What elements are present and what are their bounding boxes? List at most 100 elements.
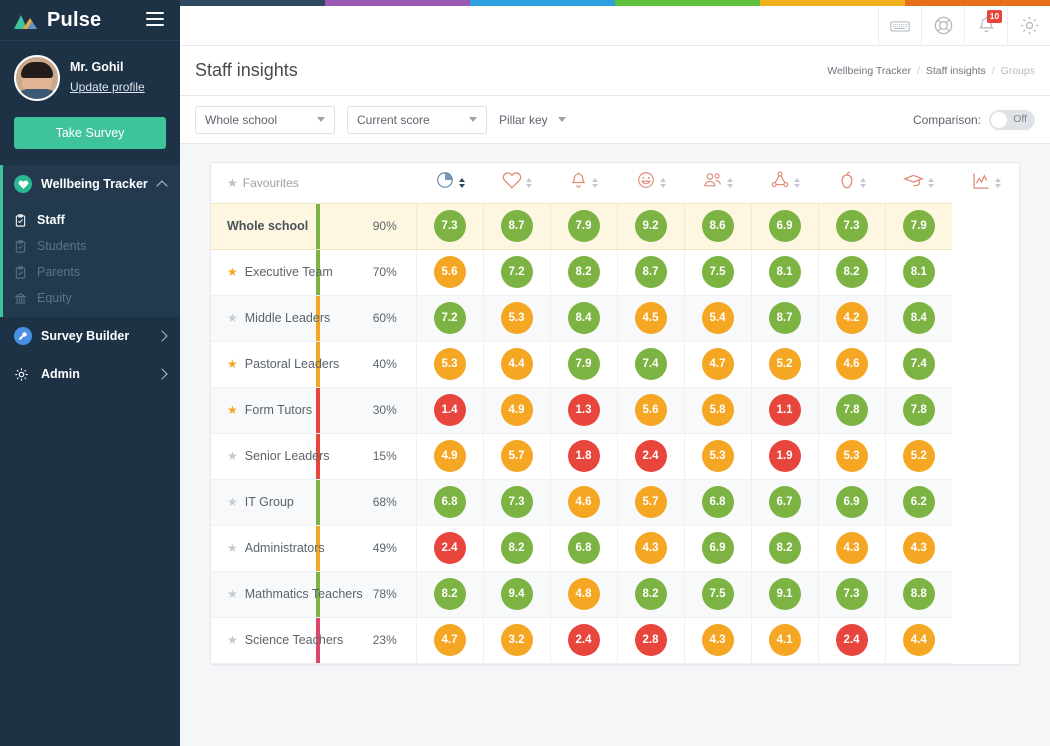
score-cell[interactable]: 5.6	[616, 387, 684, 434]
table-row[interactable]: ★ Administrators 49% 2.4 8.2 6.8 4.3 6.9 8.2 4.3 4…	[211, 525, 1019, 572]
score-select[interactable]: Current score	[347, 105, 487, 134]
score-cell[interactable]: 5.3	[482, 295, 550, 342]
column-header-pie-chart[interactable]	[416, 163, 483, 203]
sidebar-item-staff[interactable]: Staff	[0, 207, 180, 233]
take-survey-button[interactable]: Take Survey	[14, 117, 166, 149]
sort-arrows[interactable]	[793, 177, 800, 188]
score-cell[interactable]: 4.7	[415, 617, 483, 664]
score-cell[interactable]: 5.6	[415, 249, 483, 296]
score-cell[interactable]: 2.4	[616, 433, 684, 480]
score-cell[interactable]: 6.7	[750, 479, 818, 526]
sidebar-item-parents[interactable]: Parents	[0, 259, 180, 285]
table-row[interactable]: ★ Senior Leaders 15% 4.9 5.7 1.8 2.4 5.3 1.9 5.3 5…	[211, 433, 1019, 480]
score-cell[interactable]: 8.8	[884, 571, 952, 618]
score-cell[interactable]: 7.5	[683, 571, 751, 618]
score-cell[interactable]: 7.3	[817, 571, 885, 618]
score-cell[interactable]: 4.8	[549, 571, 617, 618]
score-cell[interactable]: 4.9	[415, 433, 483, 480]
score-cell[interactable]: 8.7	[482, 202, 550, 250]
favourite-star-icon[interactable]: ★	[227, 357, 238, 371]
score-cell[interactable]: 8.1	[750, 249, 818, 296]
score-cell[interactable]: 8.2	[415, 571, 483, 618]
score-cell[interactable]: 7.2	[415, 295, 483, 342]
score-cell[interactable]: 1.3	[549, 387, 617, 434]
score-cell[interactable]: 5.3	[817, 433, 885, 480]
score-cell[interactable]: 8.2	[549, 249, 617, 296]
score-cell[interactable]: 8.4	[549, 295, 617, 342]
score-cell[interactable]: 4.5	[616, 295, 684, 342]
score-cell[interactable]: 6.2	[884, 479, 952, 526]
score-cell[interactable]: 9.2	[616, 202, 684, 250]
score-cell[interactable]: 7.4	[616, 341, 684, 388]
favourites-header[interactable]: ★ Favourites	[211, 163, 354, 203]
score-cell[interactable]: 4.4	[884, 617, 952, 664]
score-cell[interactable]: 5.3	[683, 433, 751, 480]
table-row[interactable]: ★ IT Group 68% 6.8 7.3 4.6 5.7 6.8 6.7 6.9 6.2	[211, 479, 1019, 526]
sort-arrows[interactable]	[659, 177, 666, 188]
score-cell[interactable]: 5.2	[884, 433, 952, 480]
settings-gear-icon[interactable]	[1007, 6, 1050, 45]
favourite-star-icon[interactable]: ★	[227, 265, 238, 279]
column-header-line-chart[interactable]	[952, 163, 1019, 203]
score-cell[interactable]: 7.3	[415, 202, 483, 250]
score-cell[interactable]: 9.4	[482, 571, 550, 618]
score-cell[interactable]: 8.4	[884, 295, 952, 342]
score-cell[interactable]: 6.8	[683, 479, 751, 526]
score-cell[interactable]: 2.4	[415, 525, 483, 572]
score-cell[interactable]: 7.9	[549, 341, 617, 388]
score-cell[interactable]: 7.9	[884, 202, 952, 250]
score-cell[interactable]: 8.6	[683, 202, 751, 250]
score-cell[interactable]: 4.3	[884, 525, 952, 572]
score-cell[interactable]: 4.3	[683, 617, 751, 664]
favourite-star-icon[interactable]: ★	[227, 449, 238, 463]
score-cell[interactable]: 2.8	[616, 617, 684, 664]
score-cell[interactable]: 4.1	[750, 617, 818, 664]
sort-arrows[interactable]	[525, 177, 532, 188]
sidebar-group-wellbeing-tracker[interactable]: Wellbeing Tracker	[0, 165, 180, 203]
favourite-star-icon[interactable]: ★	[227, 311, 238, 325]
column-header-heart[interactable]	[483, 163, 550, 203]
favourite-star-icon[interactable]: ★	[227, 587, 238, 601]
score-cell[interactable]: 4.3	[616, 525, 684, 572]
score-cell[interactable]: 8.2	[817, 249, 885, 296]
sidebar-item-equity[interactable]: Equity	[0, 285, 180, 311]
score-cell[interactable]: 5.3	[415, 341, 483, 388]
table-row[interactable]: ★ Middle Leaders 60% 7.2 5.3 8.4 4.5 5.4 8.7 4.2 8…	[211, 295, 1019, 342]
score-cell[interactable]: 5.4	[683, 295, 751, 342]
sidebar-item-students[interactable]: Students	[0, 233, 180, 259]
score-cell[interactable]: 7.3	[817, 202, 885, 250]
table-row[interactable]: ★ Science Teachers 23% 4.7 3.2 2.4 2.8 4.3 4.1 2.…	[211, 617, 1019, 664]
score-cell[interactable]: 1.1	[750, 387, 818, 434]
score-cell[interactable]: 2.4	[549, 617, 617, 664]
score-cell[interactable]: 5.7	[616, 479, 684, 526]
lifebuoy-help-icon[interactable]	[921, 6, 964, 45]
score-cell[interactable]: 6.9	[817, 479, 885, 526]
score-cell[interactable]: 7.9	[549, 202, 617, 250]
sort-arrows[interactable]	[592, 177, 598, 188]
column-header-apple[interactable]	[818, 163, 885, 203]
score-cell[interactable]: 2.4	[817, 617, 885, 664]
score-cell[interactable]: 4.7	[683, 341, 751, 388]
table-row[interactable]: ★ Mathmatics Teachers 78% 8.2 9.4 4.8 8.2 7.5 9.…	[211, 571, 1019, 618]
keyboard-icon[interactable]	[878, 6, 921, 45]
comparison-toggle[interactable]: Off	[989, 109, 1035, 130]
column-header-graduation[interactable]	[885, 163, 952, 203]
bell-notification-icon[interactable]: 10	[964, 6, 1007, 45]
column-header-smiley[interactable]	[617, 163, 684, 203]
update-profile-link[interactable]: Update profile	[70, 79, 145, 95]
sort-arrows[interactable]	[928, 177, 934, 188]
score-cell[interactable]: 9.1	[750, 571, 818, 618]
score-cell[interactable]: 5.8	[683, 387, 751, 434]
scope-select[interactable]: Whole school	[195, 105, 335, 134]
breadcrumb-item[interactable]: Staff insights	[926, 65, 986, 77]
score-cell[interactable]: 4.6	[817, 341, 885, 388]
score-cell[interactable]: 4.3	[817, 525, 885, 572]
table-row[interactable]: ★ Form Tutors 30% 1.4 4.9 1.3 5.6 5.8 1.1 7.8 7.8	[211, 387, 1019, 434]
pillar-key-dropdown[interactable]: Pillar key	[499, 113, 566, 127]
favourite-star-icon[interactable]: ★	[227, 541, 238, 555]
score-cell[interactable]: 8.7	[750, 295, 818, 342]
favourite-star-icon[interactable]: ★	[227, 633, 238, 647]
score-cell[interactable]: 4.2	[817, 295, 885, 342]
score-cell[interactable]: 7.8	[884, 387, 952, 434]
sidebar-group-admin[interactable]: Admin	[0, 355, 180, 393]
